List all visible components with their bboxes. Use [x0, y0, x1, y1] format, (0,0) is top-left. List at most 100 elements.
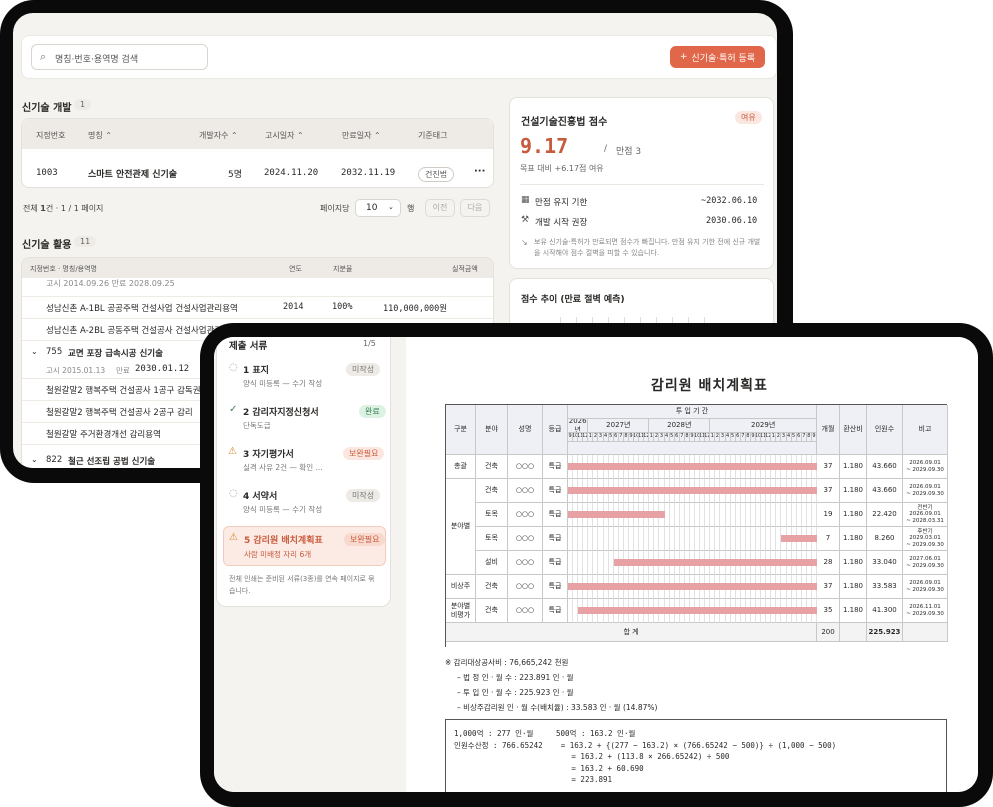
docs-progress: 1/5 — [363, 339, 376, 348]
cell-factor: 1.180 — [840, 455, 867, 479]
cell-months: 28 — [817, 551, 840, 575]
col-name[interactable]: 명칭 ⌃ — [88, 130, 112, 141]
cell-field: 건축 — [476, 599, 508, 623]
cell-field: 토목 — [476, 527, 508, 551]
calc-box: 1,000억 : 277 인·월 500억 : 163.2 인·월 인원수산정 :… — [445, 719, 947, 792]
calc-line: 1,000억 : 277 인·월 500억 : 163.2 인·월 — [454, 729, 636, 738]
use-section-title: 신기술 활용 — [22, 240, 72, 251]
search-input[interactable]: ⌕ 명칭·번호·용역명 검색 — [31, 44, 208, 70]
th-year: 2026년 — [568, 419, 589, 433]
cell-persons: 43.660 — [867, 455, 903, 479]
cell-persons: 43.660 — [867, 479, 903, 503]
warning-icon: ⚠ — [229, 532, 238, 543]
plan-note: – 투 입 인 · 월 수 : 225.923 인 · 월 — [457, 688, 574, 697]
score-slash: / — [604, 144, 608, 154]
use-count-badge: 11 — [74, 236, 97, 247]
th-year: 2029년 — [710, 419, 817, 433]
th-remark: 비고 — [903, 405, 948, 455]
th-year: 2028년 — [649, 419, 711, 433]
cell-grade: 특급 — [543, 503, 568, 527]
doc-item-staff-plan[interactable]: ⚠ 5 감리원 배치계획표 사람 미배정 자리 6개 보완필요 — [223, 526, 386, 566]
status-badge: 미작성 — [346, 489, 381, 502]
score-card: 건설기술진흥법 점수 여유 9.17 / 만점 3 목표 대비 +6.17점 여… — [509, 97, 774, 269]
row-name[interactable]: 스마트 안전관제 신기술 — [88, 167, 177, 180]
score-max: 만점 3 — [616, 147, 642, 157]
th-kind: 구분 — [446, 405, 476, 455]
calendar-icon: ▦ — [521, 195, 530, 205]
status-badge: 미작성 — [346, 363, 381, 376]
status-badge: 보완필요 — [343, 447, 385, 460]
status-badge: 보완필요 — [344, 533, 386, 546]
col-use-share: 지분율 — [333, 265, 353, 273]
cell-months: 7 — [817, 527, 840, 551]
total-months: 200 — [817, 623, 840, 642]
col-expire[interactable]: 만료일자 ⌃ — [342, 130, 381, 141]
plan-title: 감리원 배치계획표 — [651, 378, 768, 394]
trend-title: 점수 추이 (만료 절벽 예측) — [521, 295, 625, 305]
cell-factor: 1.180 — [840, 599, 867, 623]
col-devs[interactable]: 개발자수 ⌃ — [199, 130, 238, 141]
cell-field: 건축 — [476, 575, 508, 599]
trend-down-icon: ↘ — [521, 238, 528, 247]
score-title: 건설기술진흥법 점수 — [521, 117, 608, 128]
register-button[interactable]: + 신기술·특허 등록 — [670, 46, 765, 68]
total-persons: 225.923 — [867, 623, 903, 642]
deadline-label: 만점 유지 기한 — [535, 198, 588, 208]
score-note: 보유 신기술·특허가 만료되면 점수가 빠집니다. 만점 유지 기한 전에 신규… — [534, 238, 761, 257]
cell-field: 설비 — [476, 551, 508, 575]
th-persons: 인원수 — [867, 405, 903, 455]
cell-factor: 1.180 — [840, 575, 867, 599]
chevron-down-icon: ⌄ — [388, 203, 394, 211]
wrench-icon: ⚒ — [521, 215, 530, 225]
doc-item-cover[interactable]: ◌ 1 표지 양식 미등록 — 수기 작성 미작성 — [223, 359, 386, 393]
schedule-bar — [568, 583, 817, 590]
docs-footer: 전체 인쇄는 준비된 서류(3종)를 연속 페이지로 묶습니다. — [229, 575, 375, 595]
row-no: 1003 — [36, 168, 58, 178]
staff-plan-table: 구분 분야 성명 등급 투 입 기 간 개월 환산비 인원수 비고 2026년 2027년 2028년… — [445, 404, 948, 647]
cell-field: 건축 — [476, 455, 508, 479]
calc-line: = 223.891 — [454, 775, 613, 784]
doc-item-self-eval[interactable]: ⚠ 3 자기평가서 실격 사유 2건 — 확인 ... 보완필요 — [223, 443, 386, 477]
row-tag: 건진법 — [418, 167, 455, 182]
cell-remark: 2026.11.01 ~ 2029.09.30 — [903, 599, 948, 623]
cell-remark: 2026.09.01 ~ 2029.09.30 — [903, 479, 948, 503]
cell-months: 35 — [817, 599, 840, 623]
cell-persons: 22.420 — [867, 503, 903, 527]
pager-total: 전체 1건 · 1 / 1 페이지 — [23, 204, 104, 213]
cell-persons: 41.300 — [867, 599, 903, 623]
cell-remark: 2027.06.01 ~ 2029.09.30 — [903, 551, 948, 575]
cell-grade: 특급 — [543, 527, 568, 551]
cell-persons: 8.260 — [867, 527, 903, 551]
use-row[interactable]: 성남신촌 A-1BL 공공주택 건설사업 건설사업관리용역 2014 100% … — [22, 296, 493, 318]
cell-persons: 33.583 — [867, 575, 903, 599]
col-use-year: 연도 — [289, 265, 302, 273]
th-grade: 등급 — [543, 405, 568, 455]
score-value: 9.17 — [520, 134, 569, 158]
warning-icon: ⚠ — [228, 446, 237, 457]
docs-title: 제출 서류 — [229, 341, 268, 352]
cell-kind: 분야별 비평가 — [446, 599, 476, 623]
more-icon[interactable]: ··· — [474, 166, 485, 177]
col-no[interactable]: 지정번호 — [36, 130, 65, 141]
prev-button[interactable]: 이전 — [425, 199, 455, 217]
doc-item-application[interactable]: ✓ 2 감리자지정신청서 단독도급 완료 — [223, 401, 386, 435]
th-months: 개월 — [817, 405, 840, 455]
doc-item-pledge[interactable]: ◌ 4 서약서 양식 미등록 — 수기 작성 미작성 — [223, 485, 386, 519]
check-icon: ✓ — [229, 404, 238, 415]
calc-line: = 163.2 + (113.8 × 266.65242) ÷ 500 — [454, 752, 730, 761]
plan-notes: ※ 감리대상공사비 : 76,665,242 천원 – 법 정 인 · 월 수 :… — [445, 655, 947, 715]
col-use-name: 지정번호 · 명칭/용역명 — [30, 265, 97, 273]
per-page-select[interactable]: 10 ⌄ — [355, 199, 401, 217]
th-factor: 환산비 — [840, 405, 867, 455]
per-page-unit: 행 — [407, 204, 415, 213]
cell-months: 19 — [817, 503, 840, 527]
total-label: 합 계 — [446, 623, 817, 642]
cell-name: ○○○ — [508, 479, 543, 503]
next-button[interactable]: 다음 — [460, 199, 490, 217]
schedule-bar — [568, 487, 817, 494]
start-label: 개발 시작 권장 — [535, 218, 588, 228]
col-use-amount: 실적금액 — [452, 265, 478, 273]
schedule-bar — [781, 535, 817, 542]
total-factor — [840, 623, 867, 642]
col-notice[interactable]: 고시일자 ⌃ — [265, 130, 304, 141]
